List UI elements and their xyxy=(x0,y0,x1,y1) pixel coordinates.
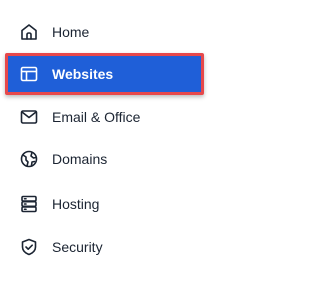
sidebar-item-label: Websites xyxy=(52,66,114,82)
sidebar-item-domains[interactable]: Domains xyxy=(0,139,212,179)
sidebar-item-email-office[interactable]: Email & Office xyxy=(0,97,212,137)
sidebar-item-label: Hosting xyxy=(52,196,100,212)
sidebar-item-websites[interactable]: Websites xyxy=(5,53,204,95)
shield-icon xyxy=(19,237,39,257)
home-icon xyxy=(19,22,39,42)
sidebar-item-label: Domains xyxy=(52,151,108,167)
mail-icon xyxy=(19,107,39,127)
sidebar-item-label: Email & Office xyxy=(52,109,141,125)
sidebar-item-home[interactable]: Home xyxy=(0,12,212,52)
sidebar-item-hosting[interactable]: Hosting xyxy=(0,184,212,224)
sidebar-item-label: Security xyxy=(52,239,103,255)
website-icon xyxy=(19,64,39,84)
sidebar-nav: Home Websites Email & Office Domains Hos… xyxy=(0,0,212,303)
server-icon xyxy=(19,194,39,214)
sidebar-item-label: Home xyxy=(52,24,90,40)
globe-icon xyxy=(19,149,39,169)
sidebar-item-security[interactable]: Security xyxy=(0,227,212,267)
